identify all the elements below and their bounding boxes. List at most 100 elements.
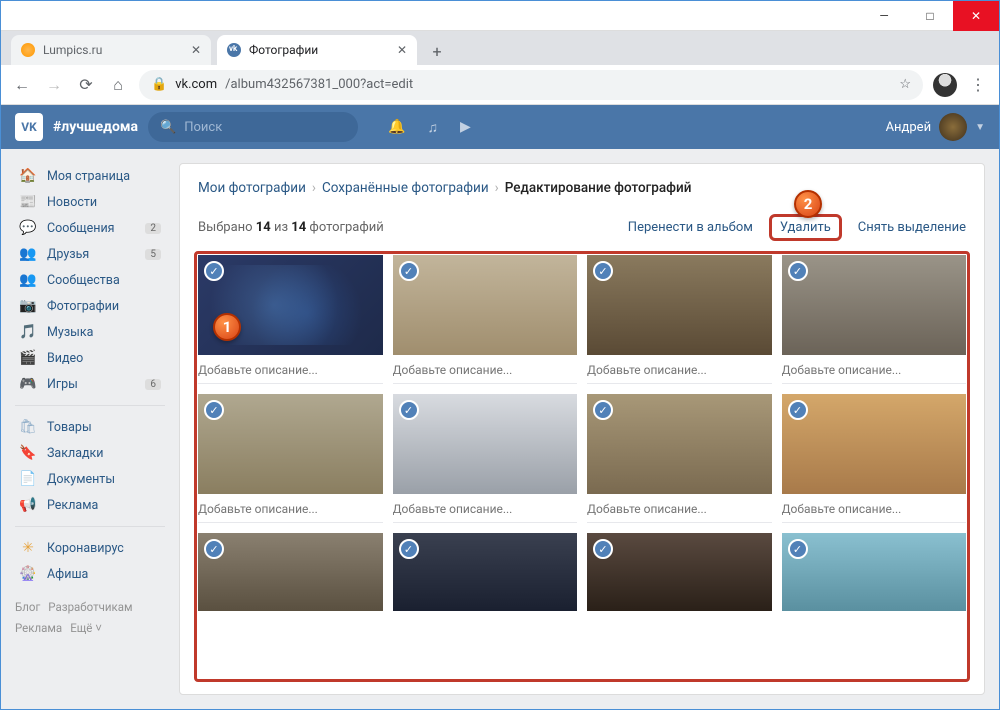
sidebar-item[interactable]: 🛍Товары (15, 414, 165, 440)
search-input[interactable]: 🔍 Поиск (148, 112, 358, 142)
sidebar-item[interactable]: 👥Сообщества (15, 267, 165, 293)
footer-link[interactable]: Разработчикам (48, 600, 132, 614)
check-icon[interactable]: ✓ (788, 261, 808, 281)
sidebar-item[interactable]: 📄Документы (15, 466, 165, 492)
sidebar-item-label: Документы (47, 472, 115, 487)
reload-button[interactable]: ⟳ (75, 75, 97, 94)
sidebar-item[interactable]: 🎮Игры6 (15, 371, 165, 397)
photo-item[interactable]: ✓ (198, 533, 383, 611)
sidebar-icon: 🎬 (19, 350, 37, 366)
browser-tab-lumpics[interactable]: Lumpics.ru ✕ (11, 35, 211, 65)
home-button[interactable]: ⌂ (107, 75, 129, 95)
check-icon[interactable]: ✓ (788, 539, 808, 559)
user-menu[interactable]: Андрей ▼ (886, 113, 985, 141)
photo-thumbnail[interactable]: ✓ (782, 394, 967, 494)
browser-tab-photos[interactable]: Фотографии ✕ (217, 35, 417, 65)
sidebar-item[interactable]: 💬Сообщения2 (15, 215, 165, 241)
video-icon[interactable]: ▶ (460, 119, 471, 136)
sidebar-icon: 📰 (19, 194, 37, 210)
vk-logo-icon[interactable]: VK (15, 113, 43, 141)
chevron-right-icon: › (312, 180, 316, 196)
check-icon[interactable]: ✓ (204, 261, 224, 281)
sidebar-item[interactable]: 📢Реклама (15, 492, 165, 518)
photo-description-input[interactable] (782, 494, 967, 523)
sidebar-item[interactable]: 👥Друзья5 (15, 241, 165, 267)
deselect-link[interactable]: Снять выделение (858, 220, 966, 235)
sidebar-item[interactable]: 🏠Моя страница (15, 163, 165, 189)
sidebar-item[interactable]: ✳Коронавирус (15, 535, 165, 561)
photo-description-input[interactable] (393, 355, 578, 384)
photo-thumbnail[interactable]: ✓ (393, 533, 578, 611)
music-icon[interactable]: ♫ (427, 119, 438, 136)
photo-item[interactable]: ✓ (587, 533, 772, 611)
sidebar-item[interactable]: 📰Новости (15, 189, 165, 215)
photo-description-input[interactable] (393, 494, 578, 523)
photo-description-input[interactable] (198, 355, 383, 384)
photo-item[interactable]: ✓ (782, 533, 967, 611)
check-icon[interactable]: ✓ (399, 539, 419, 559)
new-tab-button[interactable]: + (423, 37, 451, 65)
check-icon[interactable]: ✓ (204, 400, 224, 420)
window-close-button[interactable]: ✕ (953, 1, 999, 31)
address-bar[interactable]: 🔒 vk.com/album432567381_000?act=edit ☆ (139, 70, 923, 100)
notifications-icon[interactable]: 🔔 (388, 119, 405, 136)
bookmark-star-icon[interactable]: ☆ (899, 77, 911, 92)
delete-link[interactable]: Удалить (780, 220, 831, 235)
check-icon[interactable]: ✓ (593, 400, 613, 420)
sidebar-icon: 🎮 (19, 376, 37, 392)
check-icon[interactable]: ✓ (593, 539, 613, 559)
breadcrumb-current: Редактирование фотографий (505, 180, 692, 196)
photo-thumbnail[interactable]: ✓ (587, 394, 772, 494)
selection-row: Выбрано 14 из 14 фотографий Перенести в … (198, 214, 966, 241)
photo-item[interactable]: ✓ (587, 255, 772, 384)
photo-thumbnail[interactable]: ✓ (198, 533, 383, 611)
photo-item[interactable]: ✓ (587, 394, 772, 523)
lumpics-favicon-icon (21, 43, 35, 57)
check-icon[interactable]: ✓ (399, 400, 419, 420)
photo-description-input[interactable] (587, 355, 772, 384)
sidebar-item[interactable]: 🎡Афиша (15, 561, 165, 587)
photo-item[interactable]: ✓ (782, 255, 967, 384)
photo-item[interactable]: ✓ (393, 394, 578, 523)
photo-description-input[interactable] (782, 355, 967, 384)
photo-thumbnail[interactable]: ✓ (782, 533, 967, 611)
footer-link[interactable]: Ещё ˅ (70, 621, 102, 635)
photo-thumbnail[interactable]: ✓ (393, 394, 578, 494)
sidebar-item[interactable]: 🎵Музыка (15, 319, 165, 345)
photo-thumbnail[interactable]: ✓ (782, 255, 967, 355)
move-to-album-link[interactable]: Перенести в альбом (628, 220, 753, 235)
photo-description-input[interactable] (587, 494, 772, 523)
search-icon: 🔍 (160, 120, 176, 135)
sidebar-item[interactable]: 🎬Видео (15, 345, 165, 371)
check-icon[interactable]: ✓ (399, 261, 419, 281)
breadcrumb-my-photos[interactable]: Мои фотографии (198, 180, 306, 196)
photo-item[interactable]: ✓ (393, 533, 578, 611)
check-icon[interactable]: ✓ (204, 539, 224, 559)
photo-description-input[interactable] (198, 494, 383, 523)
photo-item[interactable]: ✓ (198, 394, 383, 523)
annotation-badge-1: 1 (213, 313, 241, 341)
check-icon[interactable]: ✓ (593, 261, 613, 281)
breadcrumb-saved-photos[interactable]: Сохранённые фотографии (322, 180, 489, 196)
sidebar-item[interactable]: 🔖Закладки (15, 440, 165, 466)
profile-avatar-button[interactable] (933, 73, 957, 97)
tab-title: Lumpics.ru (43, 43, 102, 57)
footer-link[interactable]: Блог (15, 600, 40, 614)
photo-item[interactable]: ✓ (393, 255, 578, 384)
window-minimize-button[interactable]: — (861, 1, 907, 31)
check-icon[interactable]: ✓ (788, 400, 808, 420)
vk-hashtag[interactable]: #лучшедома (53, 119, 138, 135)
photo-thumbnail[interactable]: ✓ (587, 533, 772, 611)
close-icon[interactable]: ✕ (397, 43, 407, 57)
photo-thumbnail[interactable]: ✓ (587, 255, 772, 355)
close-icon[interactable]: ✕ (191, 43, 201, 57)
photo-thumbnail[interactable]: ✓ (198, 394, 383, 494)
photo-thumbnail[interactable]: ✓ (393, 255, 578, 355)
sidebar-item[interactable]: 📷Фотографии (15, 293, 165, 319)
back-button[interactable]: ← (11, 75, 33, 95)
footer-link[interactable]: Реклама (15, 621, 62, 635)
window-maximize-button[interactable]: □ (907, 1, 953, 31)
vk-header: VK #лучшедома 🔍 Поиск 🔔 ♫ ▶ Андрей ▼ (1, 105, 999, 149)
photo-item[interactable]: ✓ (782, 394, 967, 523)
menu-button[interactable]: ⋮ (967, 75, 989, 94)
